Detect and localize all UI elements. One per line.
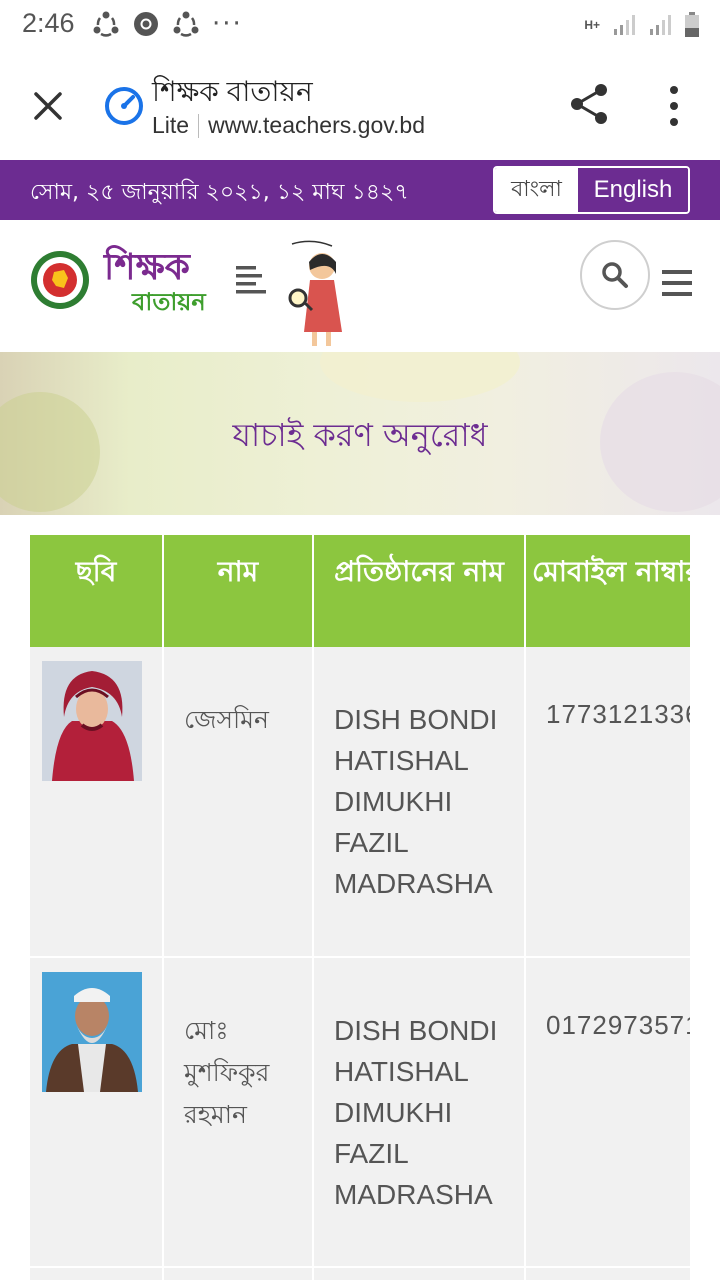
browser-toolbar: শিক্ষক বাতায়ন Lite www.teachers.gov.bd	[0, 52, 720, 160]
hamburger-menu-icon[interactable]	[662, 270, 692, 296]
verification-table-container[interactable]: ছবি নাম প্রতিষ্ঠানের নাম মোবাইল নাম্বার	[30, 535, 690, 1280]
url-text: www.teachers.gov.bd	[208, 112, 425, 138]
table-row	[30, 1267, 690, 1280]
sync-icon-2	[173, 11, 199, 37]
institution-cell: DISH BONDI HATISHAL DIMUKHI FAZIL MADRAS…	[313, 647, 526, 958]
banner-title: যাচাই করণ অনুরোধ	[232, 416, 488, 454]
column-header-mobile: মোবাইল নাম্বার	[525, 535, 690, 647]
lang-bangla-button[interactable]: বাংলা	[495, 168, 578, 212]
sync-icon	[93, 11, 119, 37]
url-row[interactable]: Lite www.teachers.gov.bd	[152, 112, 425, 139]
table-header-row: ছবি নাম প্রতিষ্ঠানের নাম মোবাইল নাম্বার	[30, 535, 690, 647]
name-cell: জেসমিন	[163, 647, 314, 958]
lite-label: Lite	[152, 112, 190, 138]
share-icon[interactable]	[568, 82, 610, 126]
mobile-cell	[525, 1267, 690, 1280]
lang-english-button[interactable]: English	[578, 168, 688, 212]
photo-cell	[30, 1267, 164, 1280]
network-type-label: H+	[584, 18, 600, 32]
site-header: শিক্ষক বাতায়ন	[0, 220, 720, 352]
system-icons: H+	[584, 12, 700, 38]
date-bar: সোম, ২৫ জানুয়ারি ২০২১, ১২ মাঘ ১৪২৭ বাংল…	[0, 160, 720, 220]
signal-icon	[614, 15, 635, 35]
signal-icon-2	[650, 15, 671, 35]
page-title: শিক্ষক বাতায়ন	[152, 76, 313, 107]
brand-logo[interactable]: শিক্ষক বাতায়ন	[104, 240, 206, 330]
mascot-girl-icon	[288, 240, 342, 346]
status-time: 2:46	[22, 8, 75, 38]
lite-mode-icon[interactable]	[103, 85, 145, 127]
table-row: জেসমিন DISH BONDI HATISHAL DIMUKHI FAZIL…	[30, 647, 690, 958]
column-header-institution: প্রতিষ্ঠানের নাম	[313, 535, 526, 647]
url-separator	[198, 113, 200, 138]
institution-cell	[313, 1267, 526, 1280]
table-row: মোঃ মুশফিকুর রহমান DISH BONDI HATISHAL D…	[30, 957, 690, 1268]
column-header-name: নাম	[163, 535, 314, 647]
notification-icons: ···	[92, 10, 243, 38]
government-seal-logo[interactable]	[30, 250, 90, 310]
align-left-icon[interactable]	[236, 264, 268, 296]
chrome-icon	[134, 12, 158, 36]
verification-table: ছবি নাম প্রতিষ্ঠানের নাম মোবাইল নাম্বার	[30, 535, 690, 1280]
more-notifications-icon: ···	[212, 9, 243, 39]
brand-logo-bottom: বাতায়ন	[132, 288, 206, 316]
institution-cell: DISH BONDI HATISHAL DIMUKHI FAZIL MADRAS…	[313, 957, 526, 1268]
language-switch: বাংলা English	[493, 166, 690, 214]
photo-cell	[30, 957, 164, 1268]
search-button[interactable]	[580, 240, 650, 310]
person-photo	[42, 661, 142, 781]
banner-decoration	[320, 352, 520, 402]
close-icon[interactable]	[28, 86, 68, 126]
page-banner: যাচাই করণ অনুরোধ	[0, 352, 720, 515]
photo-cell	[30, 647, 164, 958]
search-icon	[602, 262, 628, 288]
name-cell: মোঃ মুশফিকুর রহমান	[163, 957, 314, 1268]
mobile-cell: 1773121336	[525, 647, 690, 958]
battery-icon	[685, 12, 699, 37]
current-date: সোম, ২৫ জানুয়ারি ২০২১, ১২ মাঘ ১৪২৭	[30, 180, 409, 205]
name-cell	[163, 1267, 314, 1280]
person-photo	[42, 972, 142, 1092]
status-bar: 2:46 ··· H+	[0, 0, 720, 52]
column-header-photo: ছবি	[30, 535, 164, 647]
more-options-icon[interactable]	[662, 84, 686, 128]
mobile-cell: 01729735712	[525, 957, 690, 1268]
